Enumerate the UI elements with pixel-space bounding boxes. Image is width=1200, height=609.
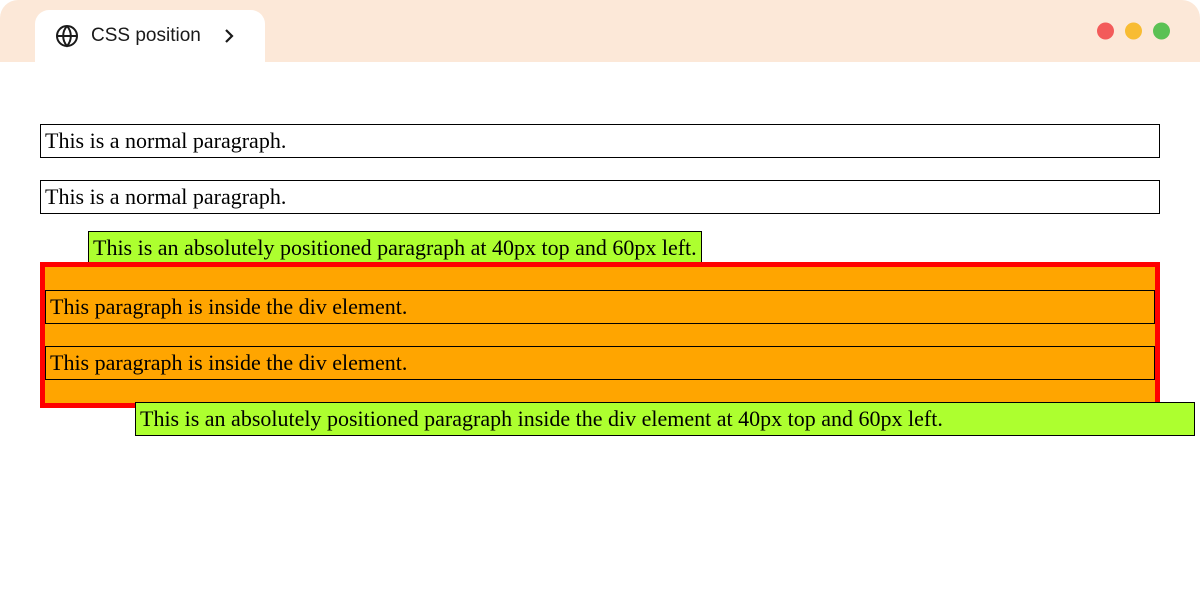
browser-tab[interactable]: CSS position (35, 10, 265, 62)
div-paragraph-2: This paragraph is inside the div element… (45, 346, 1155, 380)
tab-title: CSS position (91, 25, 201, 47)
div-absolute-paragraph: This is an absolutely positioned paragra… (135, 402, 1195, 436)
page-content: This is a normal paragraph. This is a no… (0, 62, 1200, 448)
chevron-right-icon (221, 28, 237, 44)
relative-div: This paragraph is inside the div element… (40, 262, 1160, 408)
window-minimize-button[interactable] (1125, 23, 1142, 40)
window-controls (1097, 23, 1170, 40)
content-body: This is a normal paragraph. This is a no… (40, 124, 1160, 408)
absolute-paragraph: This is an absolutely positioned paragra… (88, 231, 702, 265)
window-close-button[interactable] (1097, 23, 1114, 40)
browser-tab-bar: CSS position (0, 0, 1200, 62)
window-maximize-button[interactable] (1153, 23, 1170, 40)
normal-paragraph-2: This is a normal paragraph. (40, 180, 1160, 214)
normal-paragraph-1: This is a normal paragraph. (40, 124, 1160, 158)
div-paragraph-1: This paragraph is inside the div element… (45, 290, 1155, 324)
globe-icon (55, 24, 79, 48)
